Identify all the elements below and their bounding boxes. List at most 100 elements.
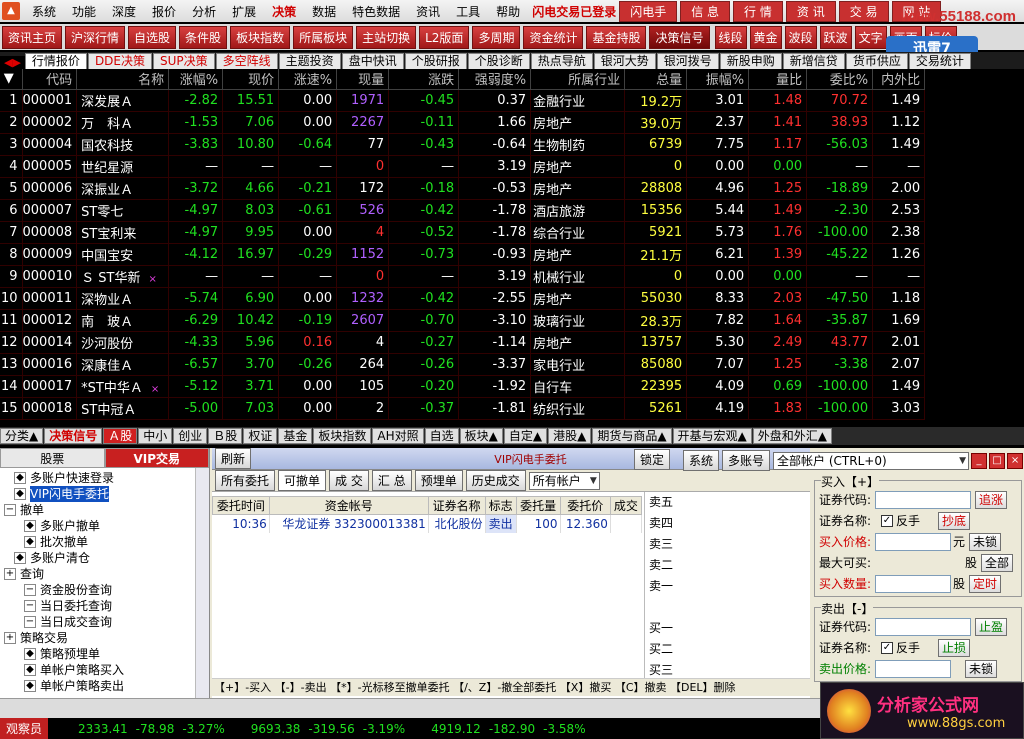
toolbar-button[interactable]: 板块指数	[230, 25, 291, 49]
lock-button[interactable]: 锁定	[634, 448, 671, 470]
category-tab[interactable]: 港股▲	[548, 428, 592, 444]
tree-node[interactable]: ◆ 单帐户策略卖出	[4, 678, 209, 694]
table-row[interactable]: 13 000016 深康佳Ａ -6.57 3.70 -0.26 264 -0.26 -3.37 家…	[0, 353, 926, 376]
category-tab[interactable]: 分类▲	[0, 428, 44, 444]
order-row[interactable]: 10:36 华龙证券 332300013381 北化股份 卖出 100 12.360	[212, 514, 643, 533]
quote-tab[interactable]: 货币供应	[845, 53, 908, 69]
table-row[interactable]: 6 000007 ST零七 -4.97 8.03 -0.61 526 -0.42 -1.78 酒店…	[0, 199, 926, 222]
table-row[interactable]: 1 000001 深发展Ａ -2.82 15.51 0.00 1971 -0.45 0.37 金融…	[0, 89, 926, 112]
category-tab[interactable]: 决策信号	[44, 428, 103, 444]
menu-item[interactable]: 系统	[24, 3, 64, 20]
toolbar-button[interactable]: 资金统计	[523, 25, 584, 49]
multi-account-button[interactable]: 多账号	[722, 450, 771, 471]
dip-button[interactable]: 抄底	[938, 511, 971, 530]
grid-column-header[interactable]: 总量	[624, 69, 688, 90]
account-filter-select[interactable]: 所有帐户	[528, 471, 600, 490]
tree-node[interactable]: − 资金股份查询	[4, 582, 209, 598]
toolbar-tool-button[interactable]: 跃波	[819, 25, 852, 49]
toolbar-button[interactable]: 沪深行情	[65, 25, 126, 49]
grid-column-header[interactable]: 涨跌	[388, 69, 460, 90]
table-row[interactable]: 5 000006 深振业Ａ -3.72 4.66 -0.21 172 -0.18 -0.53 房地…	[0, 177, 926, 200]
table-row[interactable]: 3 000004 国农科技 -3.83 10.80 -0.64 77 -0.43 -0.64 生物…	[0, 133, 926, 156]
quote-tab[interactable]: 新股申购	[719, 53, 782, 69]
order-filter-button[interactable]: 预埋单	[414, 470, 463, 491]
trade-nav-tab[interactable]: VIP交易	[104, 448, 209, 468]
quote-tab[interactable]: 热点导航	[530, 53, 593, 69]
buy-price-input[interactable]	[875, 532, 951, 551]
menu-item[interactable]: 深度	[104, 3, 144, 20]
menu-item[interactable]: 资讯	[408, 3, 448, 20]
toolbar-button[interactable]: 基金持股	[586, 25, 647, 49]
quote-tab[interactable]: 多空阵线	[215, 53, 278, 69]
table-row[interactable]: 2 000002 万 科Ａ -1.53 7.06 0.00 2267 -0.11 1.66 房地产…	[0, 111, 926, 134]
sell-unlock-button[interactable]: 未锁	[965, 659, 998, 678]
quote-tab[interactable]: 个股诊断	[467, 53, 530, 69]
table-row[interactable]: 14 000017 *ST中华Ａ × -5.12 3.71 0.00 105 -0.20 -1.9…	[0, 375, 926, 398]
quote-tab[interactable]: 主题投资	[278, 53, 341, 69]
maximize-icon[interactable]: □	[989, 452, 1006, 469]
quote-tab[interactable]: 新增信贷	[782, 53, 845, 69]
toolbar-button[interactable]: 多周期	[472, 25, 521, 49]
buy-code-input[interactable]	[875, 490, 971, 509]
grid-column-header[interactable]: 名称	[76, 69, 170, 90]
toolbar-button[interactable]: 资讯主页	[2, 25, 63, 49]
table-row[interactable]: 8 000009 中国宝安 -4.12 16.97 -0.29 1152 -0.73 -0.93…	[0, 243, 926, 266]
order-filter-button[interactable]: 所有委托	[215, 470, 276, 491]
toolbar-button[interactable]: 主站切换	[356, 25, 417, 49]
order-column-header[interactable]: 委托时间	[212, 496, 270, 515]
toolbar-tool-button[interactable]: 文字	[854, 25, 887, 49]
table-row[interactable]: 12 000014 沙河股份 -4.33 5.96 0.16 4 -0.27 -1.14 房地产 1…	[0, 331, 926, 354]
menu-item[interactable]: 数据	[304, 3, 344, 20]
sell-reverse-checkbox[interactable]: ✓	[881, 641, 893, 654]
category-tab[interactable]: 开基与宏观▲	[672, 428, 752, 444]
category-tab[interactable]: 权证	[243, 428, 278, 444]
grid-column-header[interactable]: 振幅%	[686, 69, 750, 90]
tree-node[interactable]: ◆ 单帐户策略买入	[4, 662, 209, 678]
tree-node[interactable]: − 撤单	[4, 502, 209, 518]
order-column-header[interactable]: 委托量	[515, 496, 561, 515]
stop-loss-button[interactable]: 止损	[938, 638, 971, 657]
grid-column-header[interactable]: 代码	[22, 69, 78, 90]
quote-tab[interactable]: 交易统计	[908, 53, 971, 69]
menu-item[interactable]: 特色数据	[344, 3, 408, 20]
toolbar-button[interactable]: 条件股	[179, 25, 228, 49]
order-filter-button[interactable]: 历史成交	[465, 470, 526, 491]
all-button[interactable]: 全部	[981, 553, 1014, 572]
menu-item[interactable]: 功能	[64, 3, 104, 20]
table-row[interactable]: 10 000011 深物业Ａ -5.74 6.90 0.00 1232 -0.42 -2.55 房…	[0, 287, 926, 310]
tree-node[interactable]: ◆ 批次撤单	[4, 534, 209, 550]
toolbar-tool-button[interactable]: 线段	[714, 25, 747, 49]
order-filter-button[interactable]: 汇 总	[371, 470, 412, 491]
toolbar-button[interactable]: 决策信号	[649, 25, 710, 49]
toolbar-button[interactable]: 自选股	[128, 25, 177, 49]
grid-column-header[interactable]: 委比%	[806, 69, 874, 90]
grid-column-header[interactable]: 强弱度%	[458, 69, 532, 90]
table-row[interactable]: 4 000005 世纪星源 — — —0—3.19 房地产 0 0.00 0.00— —	[0, 155, 926, 178]
tree-node[interactable]: ◆ VIP闪电手委托	[4, 486, 209, 502]
menu-right-button[interactable]: 资 讯	[785, 0, 836, 22]
trade-nav-tab[interactable]: 股票	[0, 448, 105, 468]
menu-right-button[interactable]: 信 息	[680, 0, 731, 22]
quote-tab[interactable]: SUP决策	[153, 53, 215, 69]
category-tab[interactable]: Ｂ股	[208, 428, 243, 444]
quote-tab[interactable]: 行情报价	[24, 53, 87, 69]
grid-column-header[interactable]: 现量	[336, 69, 390, 90]
tree-node[interactable]: ◆ 多账户清仓	[4, 550, 209, 566]
close-icon[interactable]: ×	[1007, 452, 1024, 469]
category-tab[interactable]: 自定▲	[503, 428, 548, 444]
tree-node[interactable]: ◆ 多账户快速登录	[4, 470, 209, 486]
nav-scrollbar[interactable]	[195, 468, 209, 698]
category-tab[interactable]: 板块▲	[459, 428, 503, 444]
sell-price-input[interactable]	[875, 659, 951, 678]
menu-right-button[interactable]: 闪电手	[619, 0, 678, 22]
toolbar-button[interactable]: 所属板块	[293, 25, 354, 49]
menu-item[interactable]: 报价	[144, 3, 184, 20]
sort-toggle-icon[interactable]: ▼	[0, 69, 23, 90]
order-filter-button[interactable]: 成 交	[329, 470, 369, 491]
menu-item[interactable]: 分析	[184, 3, 224, 20]
toolbar-tool-button[interactable]: 波段	[784, 25, 817, 49]
menu-item[interactable]: 工具	[448, 3, 488, 20]
order-column-header[interactable]: 资金帐号	[268, 496, 429, 515]
order-column-header[interactable]: 标志	[484, 496, 517, 515]
grid-column-header[interactable]: 涨幅%	[168, 69, 224, 90]
